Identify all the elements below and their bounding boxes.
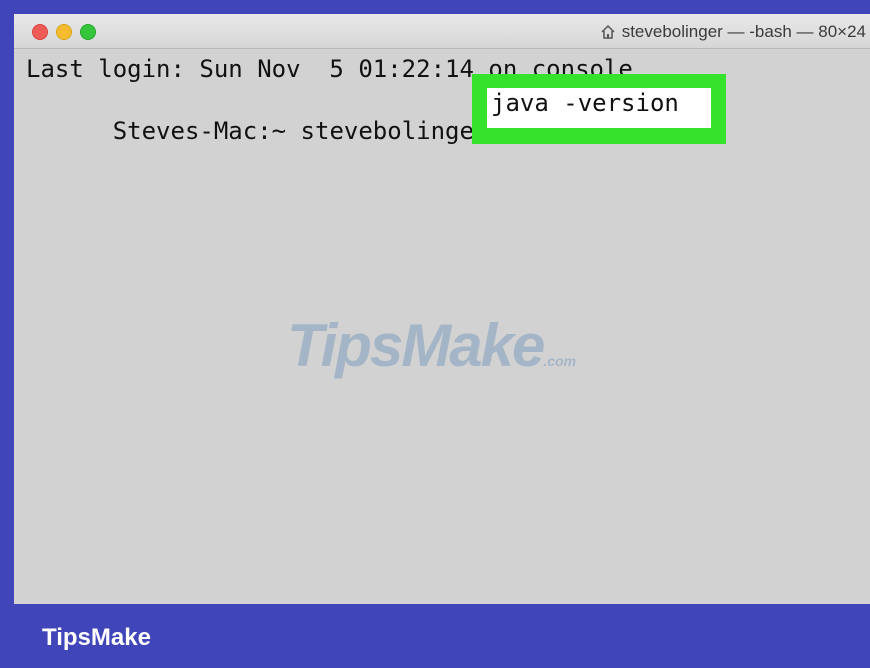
window-title-text: stevebolinger — -bash — 80×24 xyxy=(621,22,866,41)
minimize-window-button[interactable] xyxy=(56,24,72,40)
footer-bar: TipsMake xyxy=(0,604,870,668)
command-highlight: java -version xyxy=(472,74,726,144)
shell-prompt: Steves-Mac:~ stevebolinger$ xyxy=(112,117,518,145)
watermark: TipsMake.com xyxy=(287,311,576,380)
title-bar[interactable]: stevebolinger — -bash — 80×24 xyxy=(14,14,870,49)
watermark-main: TipsMake xyxy=(287,312,545,379)
close-window-button[interactable] xyxy=(32,24,48,40)
terminal-content[interactable]: Last login: Sun Nov 5 01:22:14 on consol… xyxy=(14,49,870,604)
terminal-window: stevebolinger — -bash — 80×24 Last login… xyxy=(14,14,870,604)
zoom-window-button[interactable] xyxy=(80,24,96,40)
home-icon xyxy=(600,24,616,40)
watermark-suffix: .com xyxy=(543,353,577,369)
footer-brand: TipsMake xyxy=(42,624,151,651)
highlighted-command: java -version xyxy=(491,89,679,117)
window-title: stevebolinger — -bash — 80×24 xyxy=(600,22,866,42)
